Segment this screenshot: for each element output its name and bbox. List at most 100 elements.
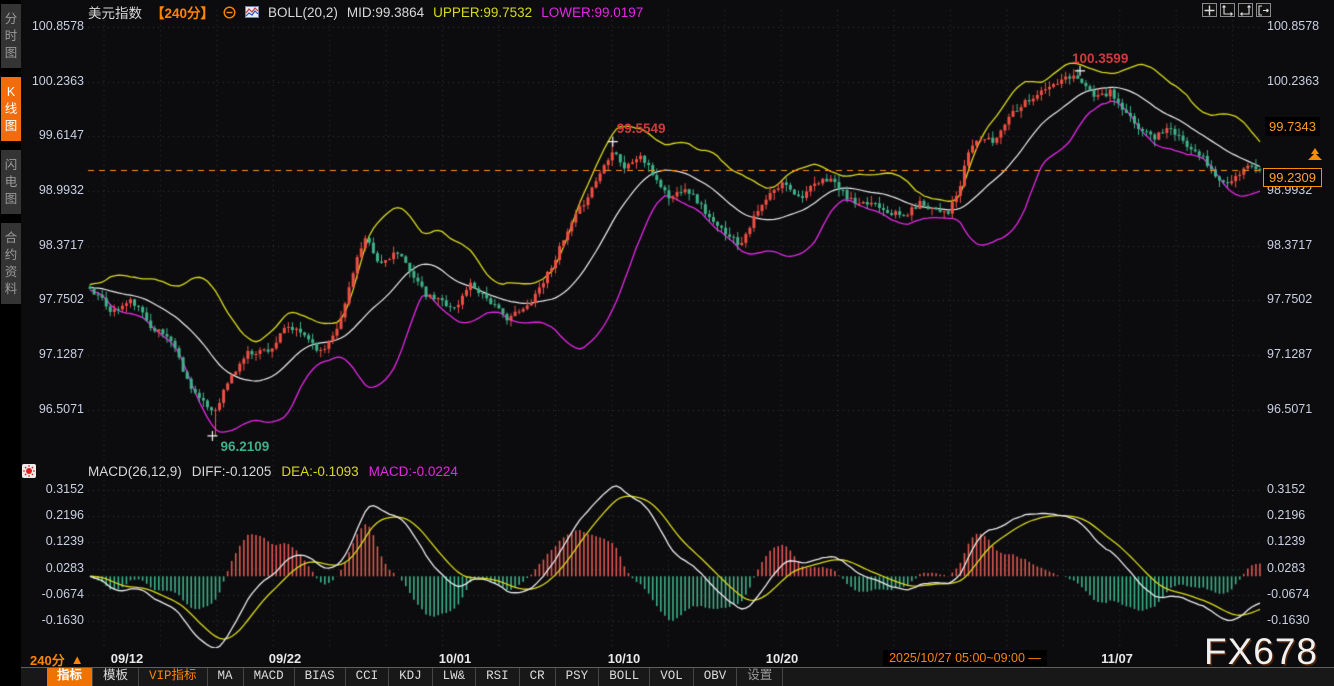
pan-icon[interactable]: [1202, 3, 1217, 17]
toolbar-item-kdj[interactable]: KDJ: [389, 668, 433, 686]
triangle-up-icon: ▲: [71, 652, 84, 667]
macd-axis-tick-right: 0.0283: [1267, 561, 1305, 575]
sidebar-item-char: 线: [5, 101, 18, 117]
toolbar-item-bias[interactable]: BIAS: [295, 668, 346, 686]
price-axis-tick-left: 99.6147: [21, 128, 84, 142]
indicator-marker-icon[interactable]: [21, 463, 37, 484]
macd-params-label: MACD(26,12,9): [88, 464, 182, 479]
sidebar-item-char: 时: [5, 28, 18, 44]
toolbar-item-cci[interactable]: CCI: [346, 668, 390, 686]
price-axis-tick-left: 100.2363: [21, 74, 84, 88]
symbol-title: 美元指数: [88, 2, 142, 22]
x-axis-date: 10/01: [439, 651, 472, 666]
price-annotation: 99.5549: [617, 121, 666, 136]
toolbar-item-vip-indicators[interactable]: VIP指标: [139, 668, 208, 686]
toolbar-item-rsi[interactable]: RSI: [476, 668, 520, 686]
chart-header: 美元指数 【240分】 BOLL(20,2) MID:99.3864 UPPER…: [88, 3, 643, 21]
toolbar-item-indicators[interactable]: 指标: [47, 668, 93, 686]
sidebar-item-lightning-chart[interactable]: 闪电图: [1, 150, 21, 214]
toolbar-spacer: [21, 668, 47, 686]
sidebar-item-char: 闪: [5, 157, 18, 173]
price-axis-tick-right: 97.1287: [1267, 347, 1312, 361]
x-axis-date: 09/12: [111, 651, 144, 666]
restore-view-icon[interactable]: [1256, 3, 1271, 17]
price-axis-tick-left: 97.7502: [21, 292, 84, 306]
macd-bar-value: MACD:-0.0224: [369, 464, 458, 479]
price-axis-tick-right: 97.7502: [1267, 292, 1312, 306]
current-price-label: 99.2309: [1263, 168, 1322, 187]
chart-style-icon[interactable]: [245, 6, 259, 18]
price-axis-tick-left: 100.8578: [21, 19, 84, 33]
price-alert-icon[interactable]: [1307, 148, 1323, 160]
alert-triangle-bottom: [1308, 153, 1322, 160]
sidebar-item-char: 分: [5, 11, 18, 27]
watermark: FX678: [1204, 631, 1318, 673]
x-axis-highlight-range: 2025/10/27 05:00~09:00 —: [883, 650, 1047, 666]
sidebar-item-char: 图: [5, 45, 18, 61]
sidebar-item-char: 电: [5, 174, 18, 190]
period-label[interactable]: 【240分】: [151, 2, 214, 22]
collapse-icon[interactable]: [223, 6, 236, 19]
macd-axis-tick-right: -0.1630: [1267, 613, 1309, 627]
price-axis-tick-left: 97.1287: [21, 347, 84, 361]
toolbar-item-vol[interactable]: VOL: [650, 668, 694, 686]
toolbar-item-psy[interactable]: PSY: [556, 668, 600, 686]
sidebar-item-char: 料: [5, 281, 18, 297]
macd-dea-value: DEA:-0.1093: [281, 464, 358, 479]
price-axis-tick-right: 96.5071: [1267, 402, 1312, 416]
x-axis-zoom-icon[interactable]: [1238, 3, 1253, 17]
toolbar-item-boll[interactable]: BOLL: [599, 668, 650, 686]
boll-mid-value: MID:99.3864: [347, 5, 424, 20]
macd-diff-value: DIFF:-0.1205: [192, 464, 272, 479]
window-controls: [1202, 3, 1271, 17]
sidebar-item-char: 合: [5, 230, 18, 246]
toolbar-item-templates[interactable]: 模板: [93, 668, 139, 686]
macd-axis-tick-right: 0.2196: [1267, 508, 1305, 522]
sidebar-item-char: 约: [5, 247, 18, 263]
macd-header: MACD(26,12,9) DIFF:-0.1205 DEA:-0.1093 M…: [88, 464, 458, 479]
price-axis-tick-right: 100.8578: [1267, 19, 1319, 33]
toolbar-item-cr[interactable]: CR: [520, 668, 556, 686]
sidebar-item-timeshare-chart[interactable]: 分时图: [1, 4, 21, 68]
toolbar-item-ma[interactable]: MA: [208, 668, 244, 686]
macd-axis-tick-right: 0.3152: [1267, 482, 1305, 496]
macd-axis-tick-right: -0.0674: [1267, 587, 1309, 601]
toolbar-item-settings[interactable]: 设置: [737, 668, 783, 686]
price-axis-tick-right: 100.2363: [1267, 74, 1319, 88]
sidebar-item-char: 图: [5, 118, 18, 134]
toolbar-item-obv[interactable]: OBV: [694, 668, 738, 686]
x-axis-date: 10/20: [766, 651, 799, 666]
macd-axis-tick-left: -0.0674: [21, 587, 84, 601]
price-annotation: 96.2109: [220, 439, 269, 454]
sidebar-item-char: 资: [5, 264, 18, 280]
boll-upper-value: UPPER:99.7532: [433, 5, 532, 20]
price-axis-tick-right: 98.3717: [1267, 238, 1312, 252]
x-axis-date: 09/22: [269, 651, 302, 666]
y-axis-zoom-icon[interactable]: [1220, 3, 1235, 17]
x-axis-date: 11/07: [1101, 651, 1133, 666]
chart-type-sidebar: 分时图K线图闪电图合约资料: [0, 0, 21, 686]
price-axis-tick-left: 98.9932: [21, 183, 84, 197]
sidebar-item-candlestick-chart[interactable]: K线图: [1, 77, 21, 141]
toolbar-item-macd[interactable]: MACD: [244, 668, 295, 686]
boll-indicator-label: BOLL(20,2): [268, 5, 338, 20]
indicator-toolbar: 指标模板VIP指标MAMACDBIASCCIKDJLW&RSICRPSYBOLL…: [21, 667, 1334, 686]
macd-axis-tick-left: 0.3152: [21, 482, 84, 496]
macd-axis-tick-left: 0.2196: [21, 508, 84, 522]
trading-terminal: 分时图K线图闪电图合约资料 美元指数 【240分】 BOLL(20,2) MID…: [0, 0, 1334, 686]
boll-lower-value: LOWER:99.0197: [541, 5, 643, 20]
toolbar-item-lw[interactable]: LW&: [433, 668, 477, 686]
sidebar-item-char: 图: [5, 191, 18, 207]
price-axis-tick-left: 96.5071: [21, 402, 84, 416]
macd-axis-tick-left: 0.1239: [21, 534, 84, 548]
macd-axis-tick-left: -0.1630: [21, 613, 84, 627]
price-axis-tick-left: 98.3717: [21, 238, 84, 252]
x-axis-date: 10/10: [608, 651, 641, 666]
price-annotation: 100.3599: [1072, 51, 1128, 66]
price-chart-canvas[interactable]: [0, 0, 1334, 686]
sidebar-item-contract-info[interactable]: 合约资料: [1, 223, 21, 304]
sidebar-item-char: K: [7, 84, 15, 100]
macd-axis-tick-left: 0.0283: [21, 561, 84, 575]
upper-band-price-label: 99.7343: [1265, 117, 1320, 136]
macd-axis-tick-right: 0.1239: [1267, 534, 1305, 548]
